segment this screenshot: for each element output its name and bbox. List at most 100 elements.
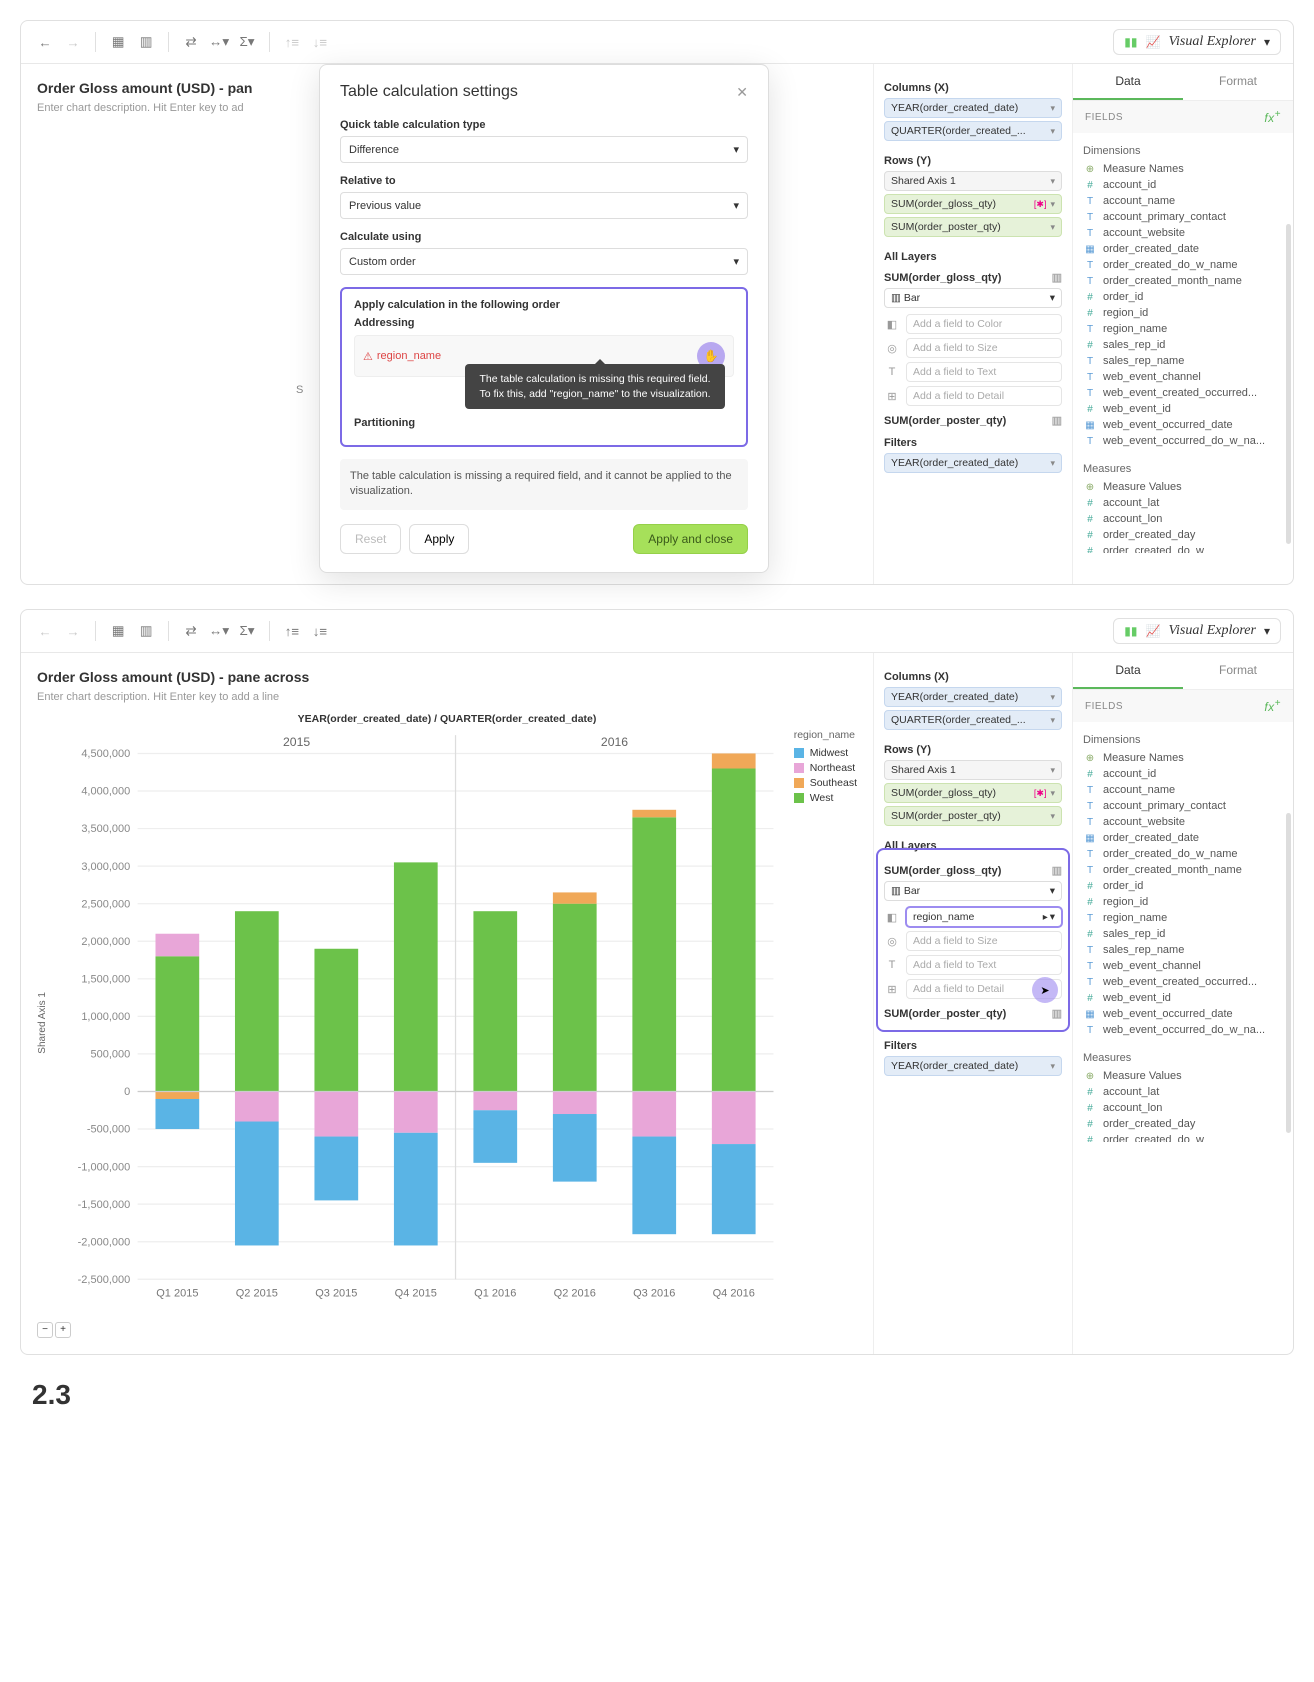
field-order_created_do_w_name[interactable]: Torder_created_do_w_name — [1083, 846, 1283, 862]
color-shelf[interactable]: region_name▸▾ — [906, 907, 1062, 927]
forward-button[interactable]: → — [61, 619, 85, 643]
field-sales_rep_name[interactable]: Tsales_rep_name — [1083, 942, 1283, 958]
tab-format[interactable]: Format — [1183, 653, 1293, 689]
field-web_event_channel[interactable]: Tweb_event_channel — [1083, 958, 1283, 974]
field-account_website[interactable]: Taccount_website — [1083, 225, 1283, 241]
view-toggle-2[interactable]: ▥ — [134, 30, 158, 54]
field-account_primary_contact[interactable]: Taccount_primary_contact — [1083, 798, 1283, 814]
field-web_event_occurred_do_w_na...[interactable]: Tweb_event_occurred_do_w_na... — [1083, 1022, 1283, 1038]
fit-button[interactable]: ↔︎▾ — [207, 619, 231, 643]
sigma-button[interactable]: Σ▾ — [235, 30, 259, 54]
visual-explorer-selector[interactable]: ▮▮📈 Visual Explorer ▾ — [1113, 618, 1281, 644]
row-pill[interactable]: SUM(order_gloss_qty)[✱]▾ — [884, 783, 1062, 803]
mark-select[interactable]: ▥ Bar▾ — [884, 881, 1062, 901]
field-web_event_channel[interactable]: Tweb_event_channel — [1083, 369, 1283, 385]
back-button[interactable]: ← — [33, 619, 57, 643]
calc-type-select[interactable]: Difference▾ — [340, 136, 748, 163]
zoom-out-button[interactable]: − — [37, 1322, 53, 1338]
field-account_name[interactable]: Taccount_name — [1083, 193, 1283, 209]
field-account_primary_contact[interactable]: Taccount_primary_contact — [1083, 209, 1283, 225]
field-order_created_do_w_name[interactable]: Torder_created_do_w_name — [1083, 257, 1283, 273]
field-web_event_occurred_do_w_na...[interactable]: Tweb_event_occurred_do_w_na... — [1083, 433, 1283, 449]
relative-to-select[interactable]: Previous value▾ — [340, 192, 748, 219]
field-Measure Values[interactable]: ⊕Measure Values — [1083, 1068, 1283, 1084]
field-account_website[interactable]: Taccount_website — [1083, 814, 1283, 830]
field-region_id[interactable]: #region_id — [1083, 305, 1283, 321]
legend-item[interactable]: Southeast — [794, 777, 857, 789]
field-account_name[interactable]: Taccount_name — [1083, 782, 1283, 798]
fit-button[interactable]: ↔︎▾ — [207, 30, 231, 54]
text-shelf[interactable]: Add a field to Text — [906, 955, 1062, 975]
field-account_id[interactable]: #account_id — [1083, 766, 1283, 782]
scrollbar[interactable] — [1286, 224, 1291, 544]
field-Measure Names[interactable]: ⊕Measure Names — [1083, 750, 1283, 766]
fx-icon[interactable]: fx+ — [1264, 109, 1281, 125]
field-account_lat[interactable]: #account_lat — [1083, 495, 1283, 511]
reset-button[interactable]: Reset — [340, 524, 401, 554]
scrollbar[interactable] — [1286, 813, 1291, 1133]
field-web_event_created_occurred...[interactable]: Tweb_event_created_occurred... — [1083, 974, 1283, 990]
text-shelf[interactable]: Add a field to Text — [906, 362, 1062, 382]
calculate-using-select[interactable]: Custom order▾ — [340, 248, 748, 275]
field-sales_rep_id[interactable]: #sales_rep_id — [1083, 926, 1283, 942]
field-web_event_id[interactable]: #web_event_id — [1083, 990, 1283, 1006]
sigma-button[interactable]: Σ▾ — [235, 619, 259, 643]
bar-icon[interactable]: ▥ — [1052, 864, 1062, 877]
legend-item[interactable]: Midwest — [794, 747, 857, 759]
addressing-row[interactable]: ⚠ region_name ✋ The table calculation is… — [354, 335, 734, 377]
color-shelf[interactable]: Add a field to Color — [906, 314, 1062, 334]
column-pill[interactable]: YEAR(order_created_date)▾ — [884, 687, 1062, 707]
forward-button[interactable]: → — [61, 30, 85, 54]
field-account_lat[interactable]: #account_lat — [1083, 1084, 1283, 1100]
field-account_lon[interactable]: #account_lon — [1083, 1100, 1283, 1116]
filter-pill[interactable]: YEAR(order_created_date)▾ — [884, 1056, 1062, 1076]
chart-description[interactable]: Enter chart description. Hit Enter key t… — [37, 691, 857, 703]
detail-shelf[interactable]: Add a field to Detail — [906, 979, 1062, 999]
field-order_id[interactable]: #order_id — [1083, 878, 1283, 894]
view-toggle-2[interactable]: ▥ — [134, 619, 158, 643]
field-order_created_month_name[interactable]: Torder_created_month_name — [1083, 862, 1283, 878]
field-order_created_do_w[interactable]: #order_created_do_w — [1083, 543, 1283, 553]
row-pill[interactable]: SUM(order_poster_qty)▾ — [884, 217, 1062, 237]
field-order_created_date[interactable]: ▦order_created_date — [1083, 830, 1283, 846]
mark-select[interactable]: ▥ Bar▾ — [884, 288, 1062, 308]
view-toggle-1[interactable]: ▦ — [106, 30, 130, 54]
sort-asc-button[interactable]: ↑≡ — [280, 619, 304, 643]
column-pill[interactable]: QUARTER(order_created_...▾ — [884, 121, 1062, 141]
field-web_event_occurred_date[interactable]: ▦web_event_occurred_date — [1083, 1006, 1283, 1022]
field-web_event_created_occurred...[interactable]: Tweb_event_created_occurred... — [1083, 385, 1283, 401]
bar-icon[interactable]: ▥ — [1052, 414, 1062, 427]
zoom-in-button[interactable]: + — [55, 1322, 71, 1338]
detail-shelf[interactable]: Add a field to Detail — [906, 386, 1062, 406]
apply-close-button[interactable]: Apply and close — [633, 524, 748, 554]
column-pill[interactable]: QUARTER(order_created_...▾ — [884, 710, 1062, 730]
tab-format[interactable]: Format — [1183, 64, 1293, 100]
back-button[interactable]: ← — [33, 30, 57, 54]
field-sales_rep_name[interactable]: Tsales_rep_name — [1083, 353, 1283, 369]
size-shelf[interactable]: Add a field to Size — [906, 338, 1062, 358]
sort-desc-button[interactable]: ↓≡ — [308, 619, 332, 643]
field-web_event_id[interactable]: #web_event_id — [1083, 401, 1283, 417]
apply-button[interactable]: Apply — [409, 524, 469, 554]
bar-icon[interactable]: ▥ — [1052, 271, 1062, 284]
chart-title[interactable]: Order Gloss amount (USD) - pane across — [37, 669, 857, 685]
swap-button[interactable]: ⇄ — [179, 619, 203, 643]
field-region_name[interactable]: Tregion_name — [1083, 321, 1283, 337]
legend-item[interactable]: Northeast — [794, 762, 857, 774]
field-order_id[interactable]: #order_id — [1083, 289, 1283, 305]
bar-icon[interactable]: ▥ — [1052, 1007, 1062, 1020]
size-shelf[interactable]: Add a field to Size — [906, 931, 1062, 951]
field-order_created_month_name[interactable]: Torder_created_month_name — [1083, 273, 1283, 289]
field-sales_rep_id[interactable]: #sales_rep_id — [1083, 337, 1283, 353]
tab-data[interactable]: Data — [1073, 64, 1183, 100]
field-region_name[interactable]: Tregion_name — [1083, 910, 1283, 926]
field-web_event_occurred_date[interactable]: ▦web_event_occurred_date — [1083, 417, 1283, 433]
field-Measure Values[interactable]: ⊕Measure Values — [1083, 479, 1283, 495]
field-order_created_do_w[interactable]: #order_created_do_w — [1083, 1132, 1283, 1142]
sort-asc-button[interactable]: ↑≡ — [280, 30, 304, 54]
field-Measure Names[interactable]: ⊕Measure Names — [1083, 161, 1283, 177]
shared-axis-pill[interactable]: Shared Axis 1▾ — [884, 760, 1062, 780]
legend-item[interactable]: West — [794, 792, 857, 804]
view-toggle-1[interactable]: ▦ — [106, 619, 130, 643]
field-account_lon[interactable]: #account_lon — [1083, 511, 1283, 527]
